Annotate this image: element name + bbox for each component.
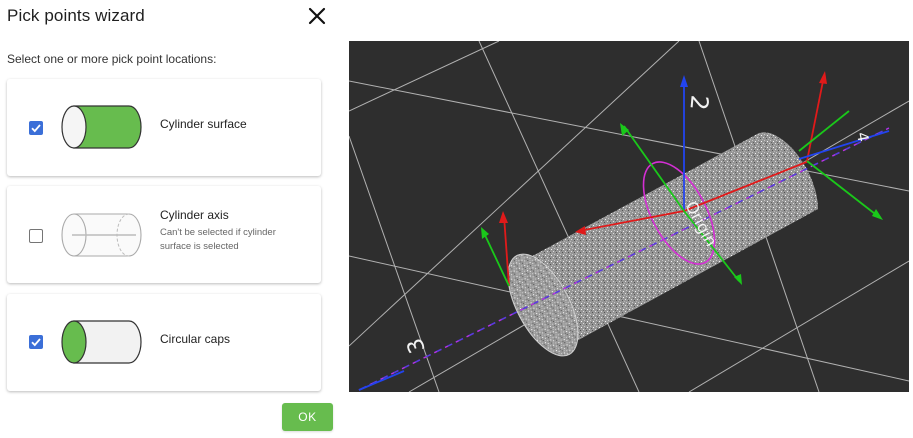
option-circular-caps[interactable]: Circular caps (7, 294, 321, 391)
option-cylinder-axis[interactable]: Cylinder axis Can't be selected if cylin… (7, 186, 321, 283)
cylinder-axis-icon (61, 213, 142, 257)
viewer-scene: 2 4 3 Origin (349, 41, 909, 392)
ok-button[interactable]: OK (282, 403, 333, 431)
dialog-subtitle: Select one or more pick point locations: (7, 52, 217, 66)
option-label: Cylinder axis (160, 208, 229, 222)
3d-viewer[interactable]: 2 4 3 Origin (349, 41, 909, 392)
option-cylinder-surface[interactable]: Cylinder surface (7, 79, 321, 176)
circular-caps-icon (61, 320, 142, 364)
cylinder-surface-icon (61, 105, 142, 149)
axis-label-top: 2 (684, 94, 713, 112)
close-icon[interactable] (306, 5, 328, 27)
option-note: Can't be selected if cylinder surface is… (160, 227, 276, 252)
circular-caps-checkbox[interactable] (29, 335, 43, 349)
dialog-title: Pick points wizard (7, 6, 145, 25)
option-label: Cylinder surface (160, 117, 247, 131)
cylinder-axis-checkbox[interactable] (29, 229, 43, 243)
cylinder-surface-checkbox[interactable] (29, 121, 43, 135)
option-label: Circular caps (160, 332, 231, 346)
